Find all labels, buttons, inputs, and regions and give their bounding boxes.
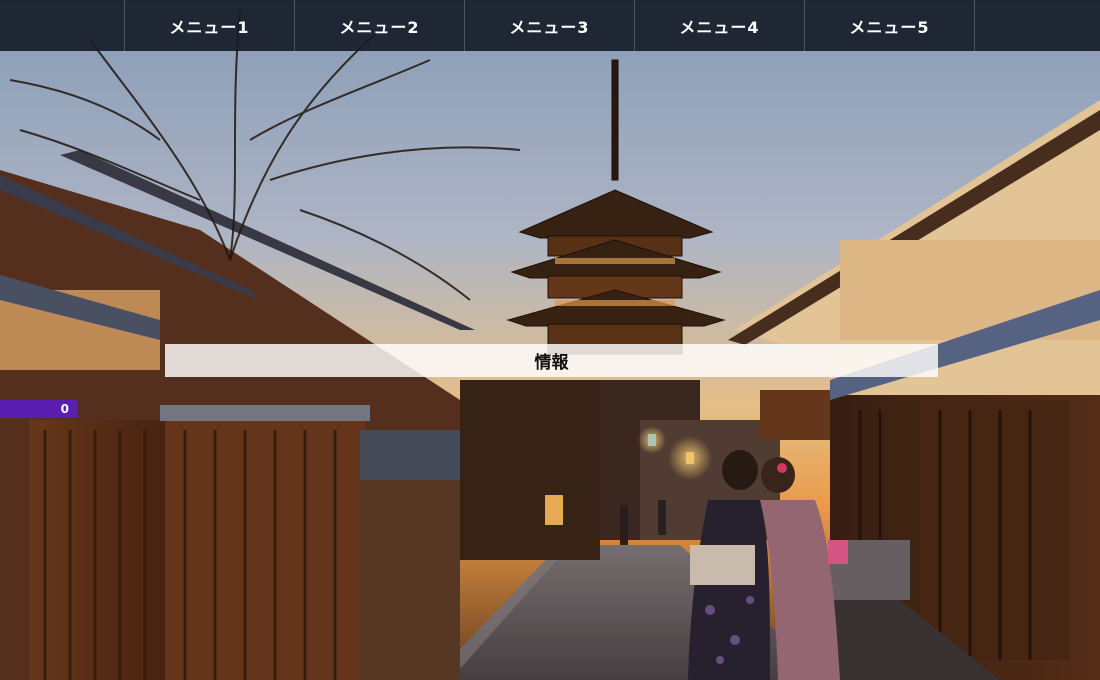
nav-spacer	[0, 0, 125, 51]
hero-image	[0, 0, 1100, 680]
nav-item-menu4[interactable]: メニュー4	[635, 0, 805, 51]
info-bar[interactable]: 情報	[165, 344, 938, 377]
nav-item-menu3[interactable]: メニュー3	[465, 0, 635, 51]
nav-item-menu5[interactable]: メニュー5	[805, 0, 975, 51]
nav-item-menu2[interactable]: メニュー2	[295, 0, 465, 51]
counter-value: 0	[60, 402, 69, 416]
top-nav: メニュー1 メニュー2 メニュー3 メニュー4 メニュー5	[0, 0, 1100, 51]
info-bar-label: 情報	[534, 353, 569, 373]
nav-item-menu1[interactable]: メニュー1	[125, 0, 295, 51]
counter-badge: 0	[0, 400, 78, 418]
hero-background	[0, 0, 1100, 680]
